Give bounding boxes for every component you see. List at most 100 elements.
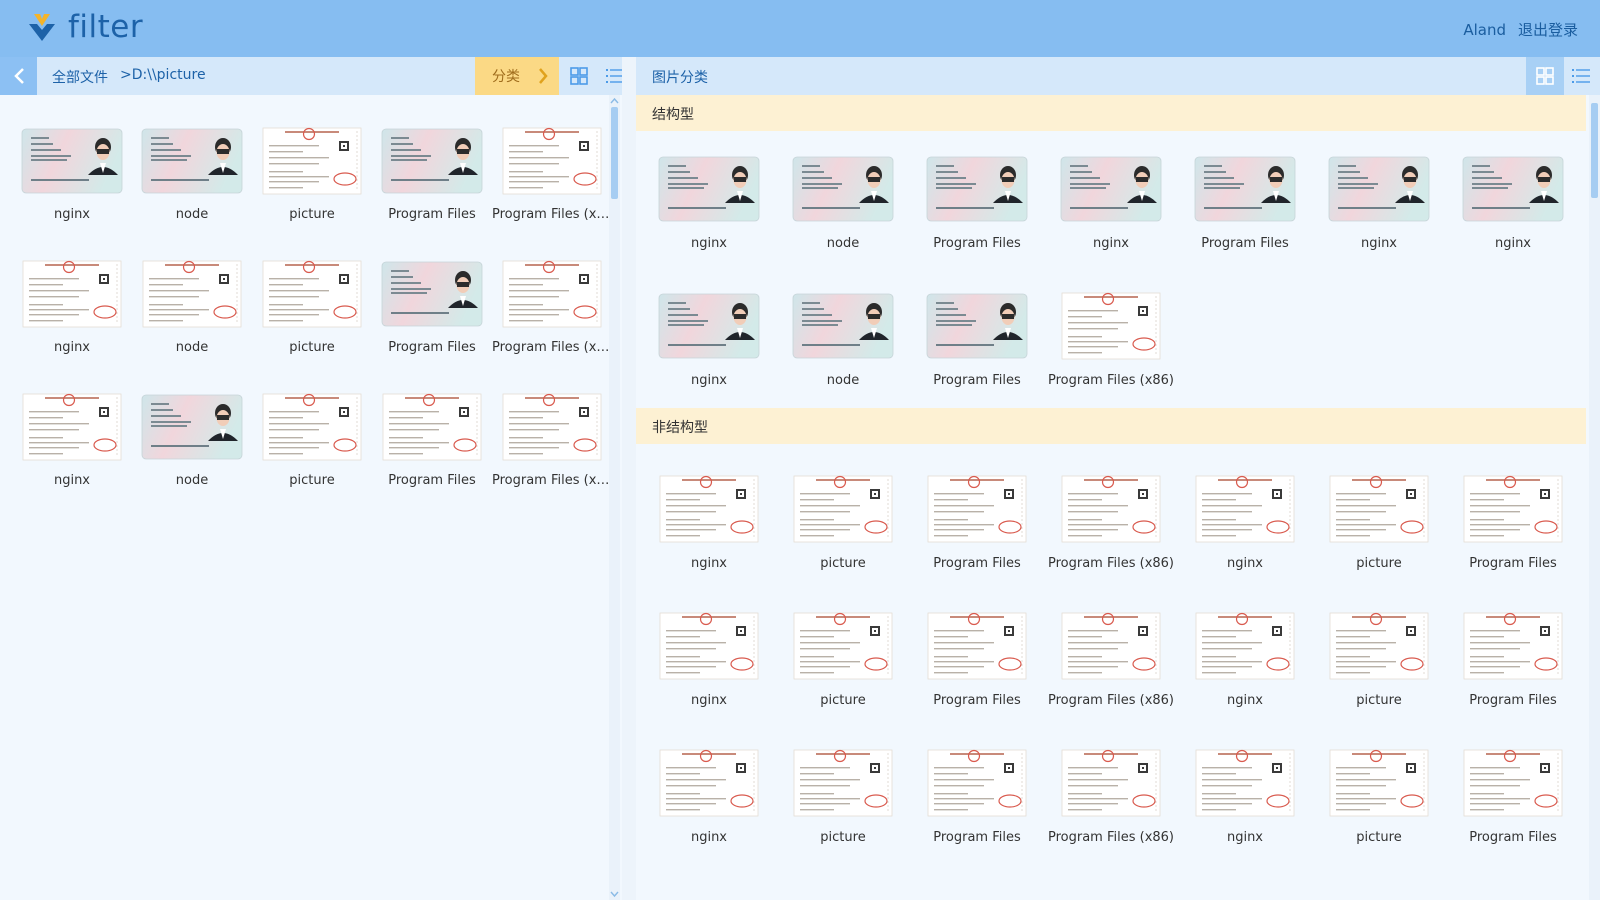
image-item[interactable]: nginx bbox=[1044, 155, 1178, 292]
certificate-thumbnail[interactable] bbox=[261, 393, 363, 461]
image-item[interactable]: picture bbox=[776, 749, 910, 886]
certificate-thumbnail[interactable] bbox=[501, 260, 603, 328]
image-item[interactable]: Program Files (x86) bbox=[492, 120, 612, 253]
image-item[interactable]: nginx bbox=[12, 120, 132, 253]
image-item[interactable]: picture bbox=[776, 475, 910, 612]
id-card-thumbnail[interactable] bbox=[141, 127, 243, 195]
certificate-thumbnail[interactable] bbox=[261, 127, 363, 195]
id-card-thumbnail[interactable] bbox=[1328, 155, 1430, 223]
image-item[interactable]: nginx bbox=[1178, 475, 1312, 612]
certificate-thumbnail[interactable] bbox=[658, 749, 760, 817]
right-scrollbar[interactable] bbox=[1589, 95, 1600, 900]
certificate-thumbnail[interactable] bbox=[792, 749, 894, 817]
certificate-thumbnail[interactable] bbox=[141, 260, 243, 328]
certificate-thumbnail[interactable] bbox=[1060, 749, 1162, 817]
certificate-thumbnail[interactable] bbox=[1194, 475, 1296, 543]
certificate-thumbnail[interactable] bbox=[792, 475, 894, 543]
id-card-thumbnail[interactable] bbox=[21, 127, 123, 195]
image-item[interactable]: Program Files bbox=[1446, 749, 1580, 886]
id-card-thumbnail[interactable] bbox=[792, 292, 894, 360]
image-item[interactable]: Program Files (x86) bbox=[1044, 612, 1178, 749]
certificate-thumbnail[interactable] bbox=[926, 612, 1028, 680]
right-grid-view-button[interactable] bbox=[1526, 57, 1564, 95]
image-item[interactable]: Program Files (x86) bbox=[492, 253, 612, 386]
image-item[interactable]: node bbox=[776, 155, 910, 292]
panel-divider[interactable] bbox=[622, 57, 636, 900]
image-item[interactable]: picture bbox=[1312, 749, 1446, 886]
classify-button[interactable]: 分类 bbox=[475, 57, 559, 95]
id-card-thumbnail[interactable] bbox=[792, 155, 894, 223]
certificate-thumbnail[interactable] bbox=[1194, 612, 1296, 680]
image-item[interactable]: picture bbox=[1312, 612, 1446, 749]
image-item[interactable]: Program Files bbox=[910, 155, 1044, 292]
certificate-thumbnail[interactable] bbox=[1194, 749, 1296, 817]
image-item[interactable]: nginx bbox=[1312, 155, 1446, 292]
grid-view-icon[interactable] bbox=[569, 66, 589, 86]
id-card-thumbnail[interactable] bbox=[1194, 155, 1296, 223]
certificate-thumbnail[interactable] bbox=[261, 260, 363, 328]
left-scroll-thumb[interactable] bbox=[611, 107, 618, 199]
certificate-thumbnail[interactable] bbox=[792, 612, 894, 680]
image-item[interactable]: Program Files bbox=[372, 253, 492, 386]
image-item[interactable]: Program Files bbox=[1446, 612, 1580, 749]
right-scroll-thumb[interactable] bbox=[1591, 103, 1598, 198]
image-item[interactable]: Program Files bbox=[1178, 155, 1312, 292]
image-item[interactable]: node bbox=[132, 253, 252, 386]
id-card-thumbnail[interactable] bbox=[926, 155, 1028, 223]
image-item[interactable]: nginx bbox=[12, 253, 132, 386]
left-scrollbar[interactable] bbox=[609, 95, 620, 900]
list-view-icon[interactable] bbox=[1571, 66, 1591, 86]
user-name[interactable]: Aland bbox=[1463, 21, 1506, 39]
id-card-thumbnail[interactable] bbox=[658, 155, 760, 223]
image-item[interactable]: Program Files bbox=[910, 749, 1044, 886]
image-item[interactable]: Program Files (x86) bbox=[1044, 749, 1178, 886]
image-item[interactable]: picture bbox=[1312, 475, 1446, 612]
certificate-thumbnail[interactable] bbox=[1060, 475, 1162, 543]
image-item[interactable]: nginx bbox=[642, 749, 776, 886]
image-item[interactable]: nginx bbox=[1178, 612, 1312, 749]
app-logo[interactable]: filter bbox=[26, 11, 143, 43]
id-card-thumbnail[interactable] bbox=[141, 393, 243, 461]
certificate-thumbnail[interactable] bbox=[21, 260, 123, 328]
image-item[interactable]: nginx bbox=[12, 386, 132, 519]
image-item[interactable]: nginx bbox=[642, 155, 776, 292]
certificate-thumbnail[interactable] bbox=[501, 127, 603, 195]
certificate-thumbnail[interactable] bbox=[926, 475, 1028, 543]
certificate-thumbnail[interactable] bbox=[1462, 475, 1564, 543]
scroll-down-icon[interactable] bbox=[610, 890, 619, 898]
scroll-up-icon[interactable] bbox=[610, 97, 619, 105]
certificate-thumbnail[interactable] bbox=[21, 393, 123, 461]
image-item[interactable]: nginx bbox=[1446, 155, 1580, 292]
certificate-thumbnail[interactable] bbox=[1462, 749, 1564, 817]
image-item[interactable]: picture bbox=[252, 386, 372, 519]
certificate-thumbnail[interactable] bbox=[1462, 612, 1564, 680]
certificate-thumbnail[interactable] bbox=[658, 612, 760, 680]
image-item[interactable]: nginx bbox=[642, 475, 776, 612]
image-item[interactable]: picture bbox=[252, 253, 372, 386]
id-card-thumbnail[interactable] bbox=[381, 127, 483, 195]
image-item[interactable]: picture bbox=[776, 612, 910, 749]
id-card-thumbnail[interactable] bbox=[658, 292, 760, 360]
certificate-thumbnail[interactable] bbox=[1060, 612, 1162, 680]
id-card-thumbnail[interactable] bbox=[1462, 155, 1564, 223]
certificate-thumbnail[interactable] bbox=[1328, 475, 1430, 543]
back-button[interactable] bbox=[0, 57, 37, 95]
certificate-thumbnail[interactable] bbox=[1328, 612, 1430, 680]
certificate-thumbnail[interactable] bbox=[658, 475, 760, 543]
image-item[interactable]: Program Files (x86) bbox=[1044, 475, 1178, 612]
certificate-thumbnail[interactable] bbox=[926, 749, 1028, 817]
image-item[interactable]: node bbox=[132, 120, 252, 253]
image-item[interactable]: Program Files bbox=[372, 386, 492, 519]
image-item[interactable]: nginx bbox=[1178, 749, 1312, 886]
certificate-thumbnail[interactable] bbox=[1060, 292, 1162, 360]
id-card-thumbnail[interactable] bbox=[926, 292, 1028, 360]
image-item[interactable]: picture bbox=[252, 120, 372, 253]
image-item[interactable]: Program Files bbox=[910, 475, 1044, 612]
certificate-thumbnail[interactable] bbox=[381, 393, 483, 461]
breadcrumb-path[interactable]: >D:\\picture bbox=[120, 67, 206, 83]
breadcrumb-root[interactable]: 全部文件 bbox=[52, 67, 108, 87]
certificate-thumbnail[interactable] bbox=[1328, 749, 1430, 817]
certificate-thumbnail[interactable] bbox=[501, 393, 603, 461]
id-card-thumbnail[interactable] bbox=[1060, 155, 1162, 223]
image-item[interactable]: Program Files (x86) bbox=[492, 386, 612, 519]
